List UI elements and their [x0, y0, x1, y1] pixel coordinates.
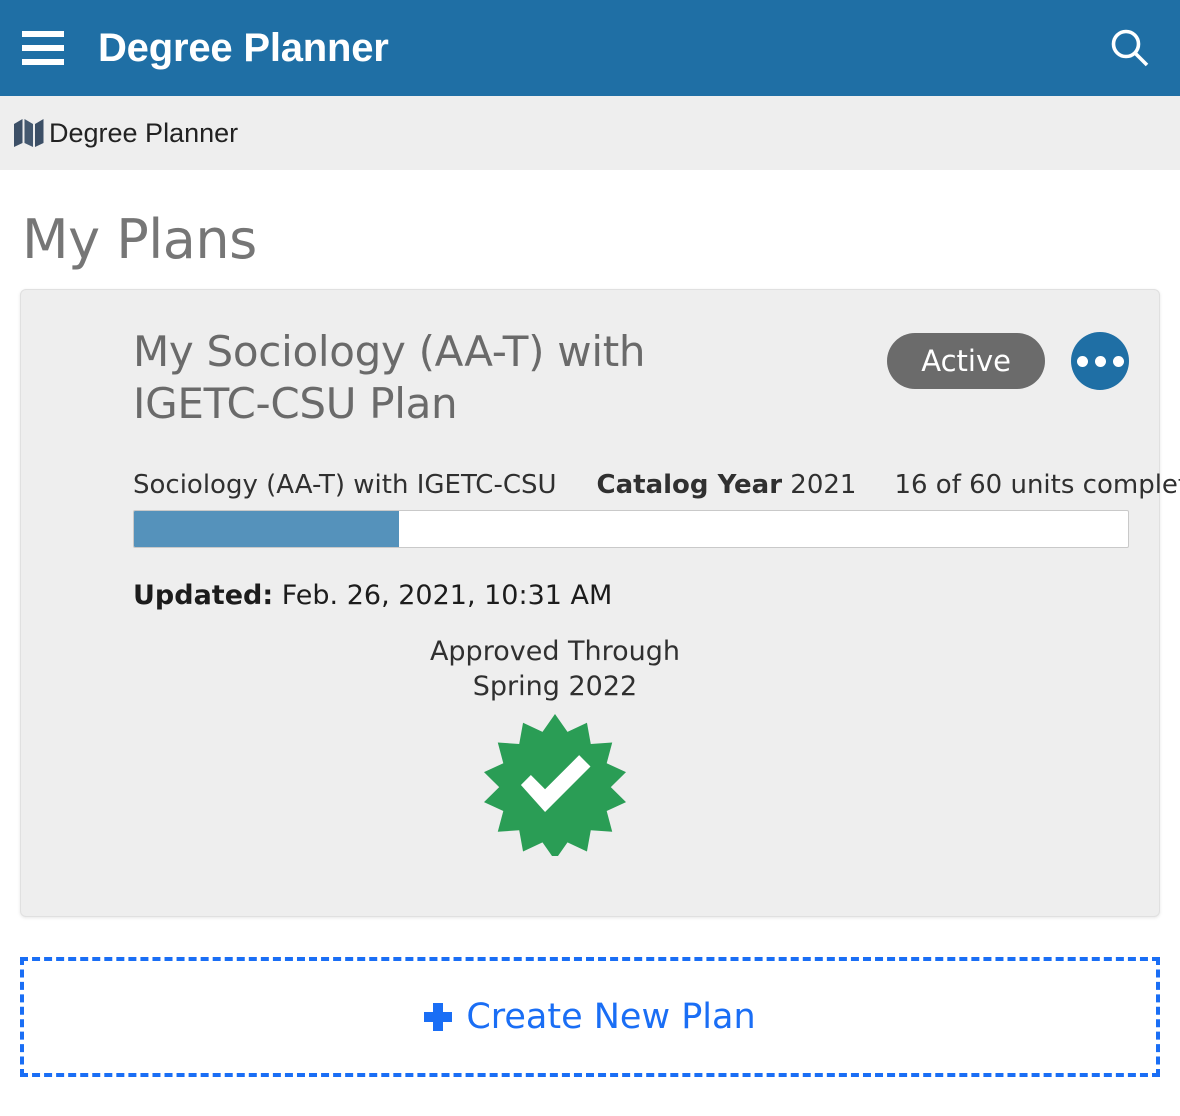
breadcrumb-label[interactable]: Degree Planner	[49, 118, 238, 149]
hamburger-bar	[22, 59, 64, 65]
search-icon[interactable]	[1104, 22, 1156, 74]
app-bar: Degree Planner	[0, 0, 1180, 96]
plan-card[interactable]: My Sociology (AA-T) with IGETC-CSU Plan …	[20, 289, 1160, 917]
approved-check-seal-icon	[480, 714, 630, 860]
progress-bar-fill	[134, 511, 399, 547]
create-new-plan-button[interactable]: Create New Plan	[20, 957, 1160, 1077]
updated-label: Updated:	[133, 580, 273, 611]
plan-updated-row: Updated: Feb. 26, 2021, 10:31 AM	[133, 580, 1129, 611]
plan-units-completed: 16 of 60 units completed	[894, 470, 1180, 500]
catalog-year-label: Catalog Year	[597, 470, 782, 500]
ellipsis-icon[interactable]	[1071, 332, 1129, 390]
ellipsis-dot	[1113, 356, 1124, 367]
plan-approval-block: Approved Through Spring 2022	[51, 635, 1129, 860]
create-new-plan-label: Create New Plan	[466, 997, 755, 1037]
approved-through-line2: Spring 2022	[51, 670, 1059, 705]
page-content: My Plans My Sociology (AA-T) with IGETC-…	[0, 208, 1180, 1077]
status-badge: Active	[887, 333, 1045, 389]
map-icon	[12, 118, 46, 148]
progress-bar	[133, 510, 1129, 548]
ellipsis-dot	[1095, 356, 1106, 367]
hamburger-bar	[22, 31, 64, 37]
plan-catalog-year: Catalog Year 2021	[597, 470, 857, 500]
app-title: Degree Planner	[98, 26, 389, 71]
plan-card-actions: Active	[887, 326, 1129, 390]
hamburger-bar	[22, 45, 64, 51]
plus-icon	[424, 1003, 452, 1031]
plan-card-header: My Sociology (AA-T) with IGETC-CSU Plan …	[51, 326, 1129, 430]
page-title: My Plans	[22, 208, 1160, 271]
plan-meta-row: Sociology (AA-T) with IGETC-CSU Catalog …	[51, 470, 1129, 500]
updated-value: Feb. 26, 2021, 10:31 AM	[282, 580, 613, 611]
hamburger-menu-icon[interactable]	[22, 31, 64, 65]
plan-title: My Sociology (AA-T) with IGETC-CSU Plan	[133, 326, 693, 430]
catalog-year-value: 2021	[790, 470, 856, 500]
plan-program-name: Sociology (AA-T) with IGETC-CSU	[133, 470, 557, 500]
approved-through-line1: Approved Through	[51, 635, 1059, 670]
ellipsis-dot	[1077, 356, 1088, 367]
breadcrumb: Degree Planner	[0, 96, 1180, 170]
